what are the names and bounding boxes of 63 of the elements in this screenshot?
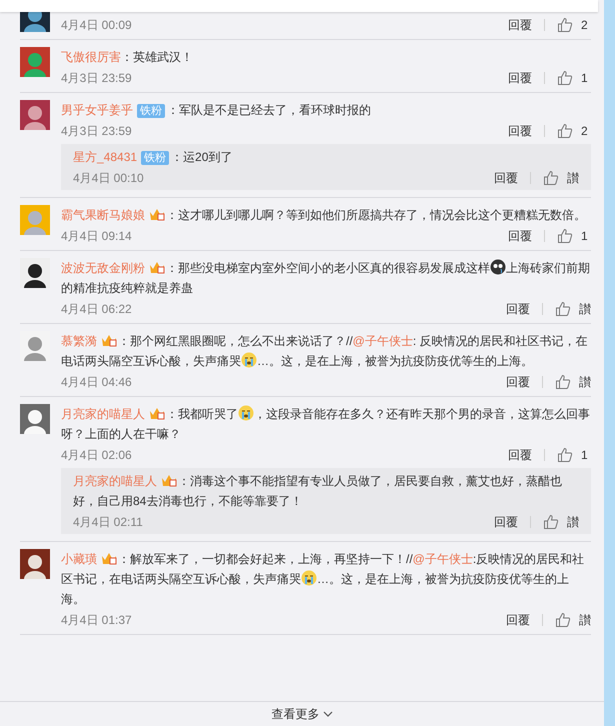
reply-link[interactable]: 回覆 xyxy=(494,170,518,186)
timestamp: 4月4日 01:37 xyxy=(61,612,132,628)
crying-face-icon xyxy=(301,570,317,586)
thumbs-up-icon[interactable] xyxy=(557,228,573,244)
timestamp: 4月4日 09:14 xyxy=(61,228,132,244)
timestamp: 4月4日 00:09 xyxy=(61,16,132,34)
like-count: 1 xyxy=(581,229,589,243)
reply-link[interactable]: 回覆 xyxy=(508,122,532,140)
timestamp: 4月4日 06:22 xyxy=(61,300,132,318)
thumbs-up-icon[interactable] xyxy=(543,170,559,186)
comment-text: 波波无敌金刚粉 ：那些没电梯室内室外空间小的老小区真的很容易发展成这样 上海砖家们前期的精准抗疫纯粹就是养蛊 xyxy=(61,258,591,297)
thumbs-up-icon[interactable] xyxy=(557,447,573,463)
comment-text: 男乎女乎姜乎 铁粉 ：军队是不是已经去了，看环球时报的 xyxy=(61,102,372,120)
crown-icon xyxy=(101,333,117,347)
fan-badge: 铁粉 xyxy=(141,151,170,165)
comment-text: 小藏璜 ：解放军来了，一切都会好起来，上海，再坚持一下！//@子午侠士:反映情况的居民和社区书记，在电话两头隔空互诉心酸，失声痛哭 …。这，是在上海，被誉为抗疫防疫优等生的上海。 xyxy=(61,550,586,608)
comment-text: 霸气果断马娘娘 ：这才哪儿到哪儿啊？等到如他们所愿搞共存了，情况会比这个更糟糕无数倍。 xyxy=(61,206,587,224)
like-count: 2 xyxy=(581,18,589,32)
reply-link[interactable]: 回覆 xyxy=(506,300,530,318)
like-count: 1 xyxy=(581,71,589,85)
comment-text: 飞傲很厉害：英雄武汉！ xyxy=(61,49,194,66)
like-count: 讃 xyxy=(579,300,591,318)
reply-link[interactable]: 回覆 xyxy=(506,374,530,390)
timestamp: 4月3日 23:59 xyxy=(61,70,132,86)
reply-link[interactable]: 回覆 xyxy=(508,16,532,34)
reply-link[interactable]: 回覆 xyxy=(494,514,518,530)
reply-text: 星方_48431 铁粉 ：运20到了 xyxy=(73,149,234,167)
crying-face-icon xyxy=(238,405,254,421)
thumbs-up-icon[interactable] xyxy=(555,612,571,628)
timestamp: 4月4日 02:11 xyxy=(73,514,143,530)
like-count: 讃 xyxy=(579,612,591,628)
timestamp: 4月4日 04:46 xyxy=(61,374,132,390)
crown-icon xyxy=(149,207,165,221)
timestamp: 4月4日 00:10 xyxy=(73,170,144,186)
comment-text: 月亮家的喵星人 ：我都听哭了 ，这段录音能存在多久？还有昨天那个男的录音，这算怎么回事呀？上面的人在干嘛？ xyxy=(61,404,591,443)
reply-link[interactable]: 回覆 xyxy=(508,446,532,464)
reply-text: 月亮家的喵星人 ：消毒这个事不能指望有专业人员做了，居民要自救，薰艾也好，蒸醋也好，自己用84去消毒也行，不能等靠要了！ xyxy=(73,472,563,510)
timestamp: 4月4日 02:06 xyxy=(61,446,132,464)
like-count: 2 xyxy=(581,124,589,138)
crown-icon xyxy=(149,260,165,274)
crown-icon xyxy=(149,406,165,420)
like-count: 讃 xyxy=(579,374,591,390)
crown-icon xyxy=(161,473,177,487)
thumbs-up-icon[interactable] xyxy=(557,17,573,33)
dark-face-icon xyxy=(490,259,506,275)
fan-badge: 铁粉 xyxy=(137,104,165,118)
thumbs-up-icon[interactable] xyxy=(543,514,559,530)
reply-link[interactable]: 回覆 xyxy=(508,70,532,86)
thumbs-up-icon[interactable] xyxy=(557,70,573,86)
thumbs-up-icon[interactable] xyxy=(555,301,571,317)
like-count: 1 xyxy=(581,448,589,462)
show-more-link[interactable]: 查看更多 xyxy=(272,706,332,722)
chevron-down-icon xyxy=(322,711,332,717)
thumbs-up-icon[interactable] xyxy=(557,123,573,139)
like-count: 讃 xyxy=(567,514,579,530)
timestamp: 4月3日 23:59 xyxy=(61,122,132,140)
crown-icon xyxy=(101,551,117,565)
thumbs-up-icon[interactable] xyxy=(555,374,571,390)
comment-text: 慕繁漪 ：那个网红黑眼圈呢，怎么不出来说话了？//@子午侠士: 反映情况的居民和社区书记，在电话两头隔空互诉心酸，失声痛哭 …。这，是在上海，被誉为抗疫防疫优等生的上海。 xyxy=(61,332,589,370)
reply-link[interactable]: 回覆 xyxy=(506,612,530,628)
reply-link[interactable]: 回覆 xyxy=(508,228,532,244)
crying-face-icon xyxy=(241,352,257,368)
like-count: 讃 xyxy=(567,170,579,186)
